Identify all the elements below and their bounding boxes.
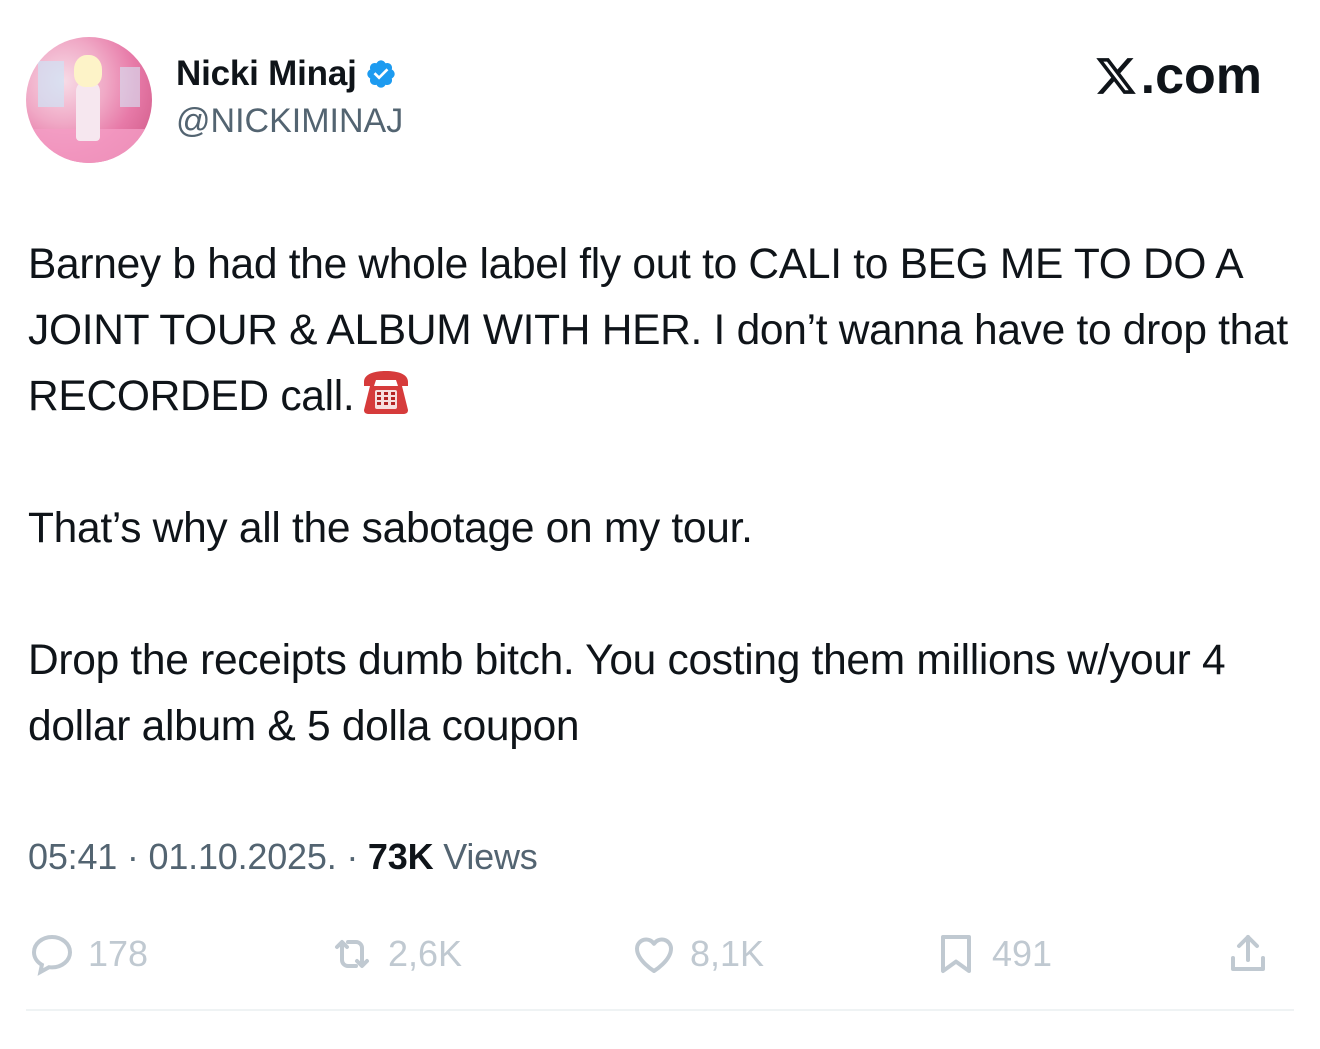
bottom-divider xyxy=(26,1009,1294,1011)
views-count: 73K xyxy=(367,836,434,877)
tweet-date[interactable]: 01.10.2025. xyxy=(149,836,337,877)
verified-badge-icon xyxy=(366,60,395,88)
bookmark-icon xyxy=(941,935,971,973)
avatar-figure xyxy=(76,81,100,141)
tweet-paragraph: Barney b had the whole label fly out to … xyxy=(28,232,1298,430)
avatar-window-decor xyxy=(120,67,140,107)
tweet-paragraph-text: Barney b had the whole label fly out to … xyxy=(28,241,1300,420)
avatar-window-decor xyxy=(38,61,64,107)
reply-button[interactable]: 178 xyxy=(28,930,148,978)
repost-count: 2,6K xyxy=(388,933,463,974)
x-logo-icon xyxy=(1095,58,1136,94)
brand-label: .com xyxy=(1140,47,1262,105)
tweet-text: Barney b had the whole label fly out to … xyxy=(28,232,1298,760)
avatar[interactable] xyxy=(26,37,152,163)
avatar-figure-hair xyxy=(74,55,102,87)
reply-count: 178 xyxy=(88,933,149,974)
x-com-brand: .com xyxy=(1094,46,1262,106)
bookmark-button[interactable]: 491 xyxy=(932,930,1052,978)
meta-separator: · xyxy=(126,836,139,877)
share-icon xyxy=(1231,935,1265,971)
telephone-icon xyxy=(364,371,409,414)
repost-icon xyxy=(335,940,369,968)
tweet-actions: 178 2,6K 8,1K 491 xyxy=(26,930,1296,986)
like-count: 8,1K xyxy=(690,933,765,974)
repost-button[interactable]: 2,6K xyxy=(328,930,462,978)
tweet-meta: 05:41 · 01.10.2025. · 73K Views xyxy=(28,836,538,878)
author-name[interactable]: Nicki Minaj xyxy=(176,54,357,94)
author-handle[interactable]: @NICKIMINAJ xyxy=(176,102,403,141)
views-label: Views xyxy=(443,836,538,877)
meta-separator: · xyxy=(346,836,359,877)
tweet-paragraph: Drop the receipts dumb bitch. You costin… xyxy=(28,637,1237,750)
bookmark-count: 491 xyxy=(992,933,1053,974)
tweet-time[interactable]: 05:41 xyxy=(28,836,117,877)
heart-icon xyxy=(635,937,673,973)
reply-icon xyxy=(31,934,73,976)
author-name-row[interactable]: Nicki Minaj xyxy=(176,52,397,96)
tweet-paragraph: That’s why all the sabotage on my tour. xyxy=(28,505,753,552)
like-button[interactable]: 8,1K xyxy=(630,930,764,978)
share-button[interactable] xyxy=(1224,930,1284,978)
